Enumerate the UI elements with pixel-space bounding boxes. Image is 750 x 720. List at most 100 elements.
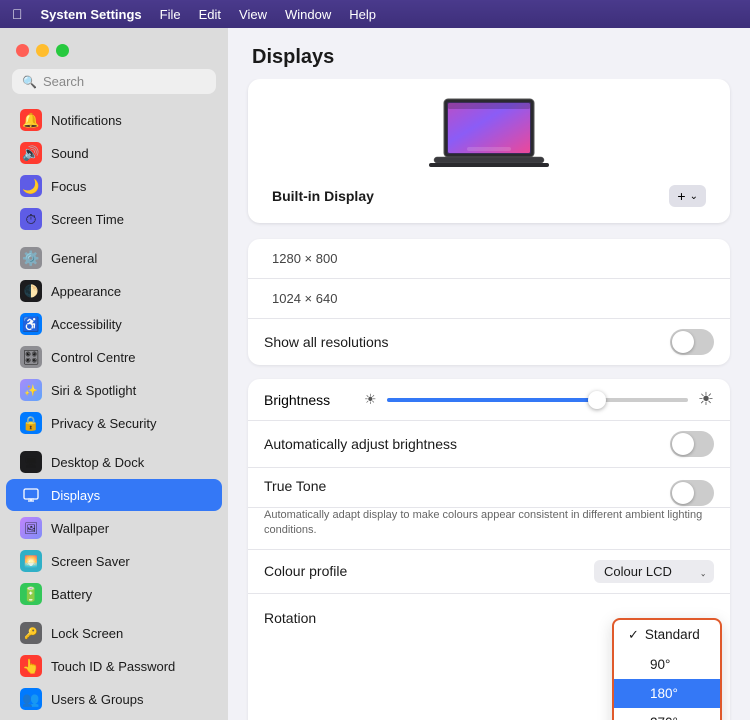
sound-icon: 🔊: [20, 142, 42, 164]
sidebar-item-label: Touch ID & Password: [51, 659, 175, 674]
sidebar-item-label: Accessibility: [51, 317, 122, 332]
rotation-dropdown[interactable]: ✓ Standard 90° 180°: [612, 618, 722, 720]
sidebar-item-appearance[interactable]: 🌓 Appearance: [6, 275, 222, 307]
menu-edit[interactable]: Edit: [199, 7, 221, 22]
sidebar-item-label: Focus: [51, 179, 86, 194]
content-body: Built-in Display + ⌄ 1280 × 800 1024 × 6…: [228, 79, 750, 720]
apple-menu-icon[interactable]: : [12, 6, 23, 22]
rotation-checkmark: ✓: [628, 627, 639, 643]
menu-file[interactable]: File: [160, 7, 181, 22]
siri-icon: ✨: [20, 379, 42, 401]
colour-profile-label: Colour profile: [264, 563, 347, 579]
sidebar-item-label: Screen Time: [51, 212, 124, 227]
sidebar-item-label: Wallpaper: [51, 521, 109, 536]
desktop-icon: 🖥: [20, 451, 42, 473]
sidebar-item-label: Siri & Spotlight: [51, 383, 136, 398]
displays-icon: [20, 484, 42, 506]
sidebar-item-label: Desktop & Dock: [51, 455, 144, 470]
brightness-label: Brightness: [264, 392, 354, 408]
show-all-toggle[interactable]: [670, 329, 714, 355]
menu-window[interactable]: Window: [285, 7, 331, 22]
sidebar-item-touch-id[interactable]: 👆 Touch ID & Password: [6, 650, 222, 682]
sidebar-item-screen-time[interactable]: ⏱ Screen Time: [6, 203, 222, 235]
colour-profile-select[interactable]: Colour LCD: [594, 560, 714, 583]
brightness-thumb[interactable]: [588, 391, 606, 409]
brightness-high-icon: ☀: [698, 389, 714, 410]
sidebar-item-label: Screen Saver: [51, 554, 130, 569]
close-button[interactable]: [16, 44, 29, 57]
true-tone-toggle[interactable]: [670, 480, 714, 506]
laptop-illustration: [429, 95, 549, 175]
show-all-label: Show all resolutions: [264, 334, 389, 350]
page-title: Displays: [228, 28, 750, 79]
rotation-180-label: 180°: [650, 686, 678, 701]
sidebar-item-label: Appearance: [51, 284, 121, 299]
appearance-icon: 🌓: [20, 280, 42, 302]
sidebar-item-screen-saver[interactable]: 🌅 Screen Saver: [6, 545, 222, 577]
sidebar-item-control-centre[interactable]: 🎛 Control Centre: [6, 341, 222, 373]
colour-profile-row: Colour profile Colour LCD: [248, 550, 730, 594]
resolution-1024: 1024 × 640: [264, 291, 337, 306]
rotation-row: Rotation ✓ Standard 90°: [248, 594, 730, 720]
brightness-slider-container[interactable]: [387, 390, 688, 410]
notifications-icon: 🔔: [20, 109, 42, 131]
privacy-icon: 🔒: [20, 412, 42, 434]
sidebar-item-label: General: [51, 251, 97, 266]
colour-profile-select-wrapper[interactable]: Colour LCD: [594, 560, 714, 583]
sidebar-item-siri[interactable]: ✨ Siri & Spotlight: [6, 374, 222, 406]
rotation-180[interactable]: 180°: [614, 679, 720, 708]
sidebar-item-accessibility[interactable]: ♿ Accessibility: [6, 308, 222, 340]
brightness-card: Brightness ☀ ☀ Automatically adjust brig…: [248, 379, 730, 720]
sidebar-item-general[interactable]: ⚙️ General: [6, 242, 222, 274]
maximize-button[interactable]: [56, 44, 69, 57]
focus-icon: 🌙: [20, 175, 42, 197]
sidebar-item-label: Sound: [51, 146, 89, 161]
sidebar-item-label: Notifications: [51, 113, 122, 128]
rotation-270[interactable]: 270°: [614, 708, 720, 720]
menu-view[interactable]: View: [239, 7, 267, 22]
sidebar-item-privacy[interactable]: 🔒 Privacy & Security: [6, 407, 222, 439]
users-icon: 👥: [20, 688, 42, 710]
show-all-row[interactable]: Show all resolutions: [248, 319, 730, 365]
sidebar-item-desktop[interactable]: 🖥 Desktop & Dock: [6, 446, 222, 478]
accessibility-icon: ♿: [20, 313, 42, 335]
sidebar-item-sound[interactable]: 🔊 Sound: [6, 137, 222, 169]
control-centre-icon: 🎛: [20, 346, 42, 368]
true-tone-description: Automatically adapt display to make colo…: [248, 508, 730, 550]
menu-help[interactable]: Help: [349, 7, 376, 22]
screen-time-icon: ⏱: [20, 208, 42, 230]
screen-saver-icon: 🌅: [20, 550, 42, 572]
resolution-card: 1280 × 800 1024 × 640 Show all resolutio…: [248, 239, 730, 365]
display-title-row: Built-in Display + ⌄: [264, 185, 714, 207]
sidebar-item-lock-screen[interactable]: 🔑 Lock Screen: [6, 617, 222, 649]
sidebar-item-label: Users & Groups: [51, 692, 143, 707]
auto-brightness-toggle[interactable]: [670, 431, 714, 457]
search-input[interactable]: [43, 74, 206, 89]
rotation-90-label: 90°: [650, 657, 670, 672]
wallpaper-icon: 🖼: [20, 517, 42, 539]
rotation-label: Rotation: [264, 610, 316, 626]
brightness-low-icon: ☀: [364, 391, 377, 408]
minimize-button[interactable]: [36, 44, 49, 57]
traffic-lights: [0, 40, 228, 69]
true-tone-row: True Tone: [248, 468, 730, 508]
auto-brightness-label: Automatically adjust brightness: [264, 436, 457, 452]
brightness-track: [387, 398, 688, 402]
rotation-standard[interactable]: ✓ Standard: [614, 620, 720, 650]
sidebar-item-users[interactable]: 👥 Users & Groups: [6, 683, 222, 715]
main-window: 🔍 🔔 Notifications 🔊 Sound 🌙 Focus ⏱ Scre…: [0, 28, 750, 720]
sidebar-item-focus[interactable]: 🌙 Focus: [6, 170, 222, 202]
rotation-270-label: 270°: [650, 715, 678, 720]
sidebar-item-battery[interactable]: 🔋 Battery: [6, 578, 222, 610]
battery-icon: 🔋: [20, 583, 42, 605]
rotation-90[interactable]: 90°: [614, 650, 720, 679]
sidebar-item-wallpaper[interactable]: 🖼 Wallpaper: [6, 512, 222, 544]
touch-id-icon: 👆: [20, 655, 42, 677]
sidebar-item-notifications[interactable]: 🔔 Notifications: [6, 104, 222, 136]
add-display-button[interactable]: + ⌄: [669, 185, 706, 207]
resolution-row-1[interactable]: 1280 × 800: [248, 239, 730, 279]
menubar:  System Settings File Edit View Window …: [0, 0, 750, 28]
resolution-row-2[interactable]: 1024 × 640: [248, 279, 730, 319]
search-bar[interactable]: 🔍: [12, 69, 216, 94]
sidebar-item-displays[interactable]: Displays: [6, 479, 222, 511]
